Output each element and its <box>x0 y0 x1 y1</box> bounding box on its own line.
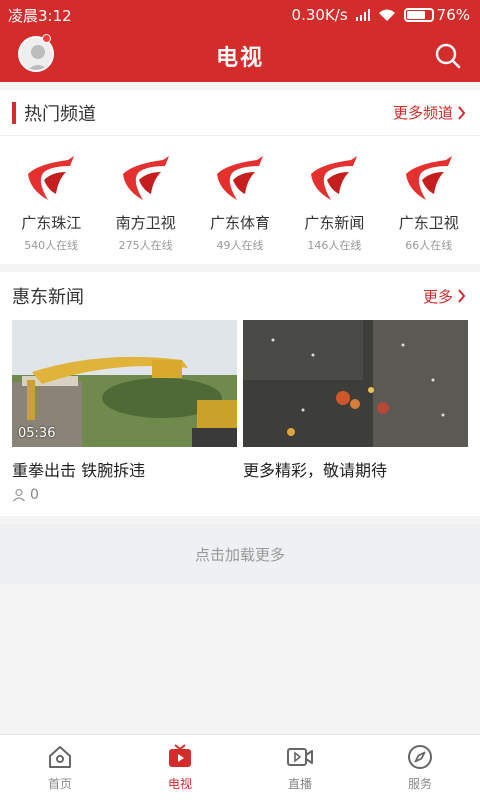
hot-channels-section: 热门频道 更多频道 广东珠江 540人在线 南方卫视 275人在线 广东体育 4… <box>0 90 480 264</box>
news-title: 惠东新闻 <box>12 287 84 308</box>
hot-channels-title: 热门频道 <box>24 103 96 125</box>
nav-item-home[interactable]: 首页 <box>0 735 120 800</box>
channel-name: 广东新闻 <box>304 214 365 232</box>
signal-icon <box>355 9 370 21</box>
video-thumbnail[interactable] <box>243 320 468 447</box>
channel-name: 广东体育 <box>209 214 270 232</box>
news-caption: 重拳出击 铁腕拆违 <box>12 461 146 480</box>
channel-name: 广东珠江 <box>21 214 82 232</box>
channel-item[interactable]: 南方卫视 275人在线 <box>98 136 192 253</box>
chevron-right-icon <box>458 289 466 303</box>
more-news-label: 更多 <box>422 287 453 306</box>
nav-label: 服务 <box>407 777 432 791</box>
network-speed: 0.30K/s <box>291 6 348 24</box>
user-avatar-icon <box>27 45 49 70</box>
hot-channels-header: 热门频道 更多频道 <box>0 90 480 136</box>
channel-logo-icon <box>122 156 169 200</box>
nav-label: 电视 <box>167 777 192 791</box>
channel-name: 南方卫视 <box>115 214 176 232</box>
rainy-window-image <box>243 320 468 447</box>
channel-viewers: 49人在线 <box>216 239 264 252</box>
news-caption: 更多精彩，敬请期待 <box>243 461 388 480</box>
battery-icon <box>403 8 434 22</box>
nav-item-live[interactable]: 直播 <box>240 735 360 800</box>
channel-viewers: 540人在线 <box>24 239 79 252</box>
channel-viewers: 275人在线 <box>118 239 173 252</box>
status-right: 0.30K/s 76% <box>292 6 470 24</box>
channel-logo-icon <box>311 156 358 200</box>
nav-label: 首页 <box>47 777 72 791</box>
section-accent-bar <box>12 101 16 124</box>
status-bar: 凌晨3:12 0.30K/s 76% <box>0 0 480 30</box>
page-title: 电视 <box>215 46 264 71</box>
news-grid: 05:36 重拳出击 铁腕拆违 0 更多精彩，敬请期待 <box>0 320 480 503</box>
battery-percent: 76% <box>436 6 470 24</box>
notification-dot <box>42 34 51 43</box>
news-section: 惠东新闻 更多 05:36 重拳出击 铁腕拆违 0 更多精彩，敬请期待 <box>0 272 480 516</box>
view-count-value: 0 <box>30 487 39 503</box>
channel-viewers: 146人在线 <box>307 239 362 252</box>
news-card[interactable]: 更多精彩，敬请期待 <box>243 320 468 503</box>
news-card[interactable]: 05:36 重拳出击 铁腕拆违 0 <box>12 320 237 503</box>
home-icon <box>49 746 71 768</box>
channel-name: 广东卫视 <box>398 214 459 232</box>
more-channels-label: 更多频道 <box>392 104 453 122</box>
channel-item[interactable]: 广东体育 49人在线 <box>193 136 287 253</box>
channel-list: 广东珠江 540人在线 南方卫视 275人在线 广东体育 49人在线 广东新闻 … <box>0 136 480 253</box>
search-icon[interactable] <box>434 42 462 70</box>
app: 凌晨3:12 0.30K/s 76% 电视 热门频道 更多频道 广东珠江 540… <box>0 0 480 800</box>
tv-icon <box>169 744 191 767</box>
nav-item-tv[interactable]: 电视 <box>120 735 240 800</box>
more-news-link[interactable]: 更多 <box>423 286 466 307</box>
battery-fill <box>406 11 425 19</box>
channel-logo-icon <box>28 156 75 200</box>
channel-viewers: 66人在线 <box>405 239 453 252</box>
user-icon <box>13 488 25 502</box>
video-duration: 05:36 <box>18 426 56 441</box>
channel-item[interactable]: 广东珠江 540人在线 <box>4 136 98 253</box>
video-thumbnail[interactable]: 05:36 <box>12 320 237 447</box>
more-channels-link[interactable]: 更多频道 <box>393 102 466 123</box>
live-icon <box>287 748 313 766</box>
channel-logo-icon <box>405 156 452 200</box>
nav-item-service[interactable]: 服务 <box>360 735 480 800</box>
news-header: 惠东新闻 更多 <box>0 272 480 320</box>
channel-item[interactable]: 广东卫视 66人在线 <box>382 136 476 253</box>
wifi-icon <box>378 9 395 21</box>
bottom-nav: 首页 电视 直播 服务 <box>0 734 480 800</box>
chevron-right-icon <box>458 105 466 120</box>
app-header: 电视 <box>0 30 480 82</box>
load-more-button[interactable]: 点击加载更多 <box>0 524 480 584</box>
battery-indicator: 76% <box>403 6 470 24</box>
channel-item[interactable]: 广东新闻 146人在线 <box>287 136 381 253</box>
view-count: 0 <box>12 487 237 503</box>
compass-icon <box>408 745 432 769</box>
status-time: 凌晨3:12 <box>8 6 72 25</box>
channel-logo-icon <box>216 156 263 200</box>
hot-channels-title-wrap: 热门频道 <box>12 100 96 126</box>
nav-label: 直播 <box>287 777 312 791</box>
